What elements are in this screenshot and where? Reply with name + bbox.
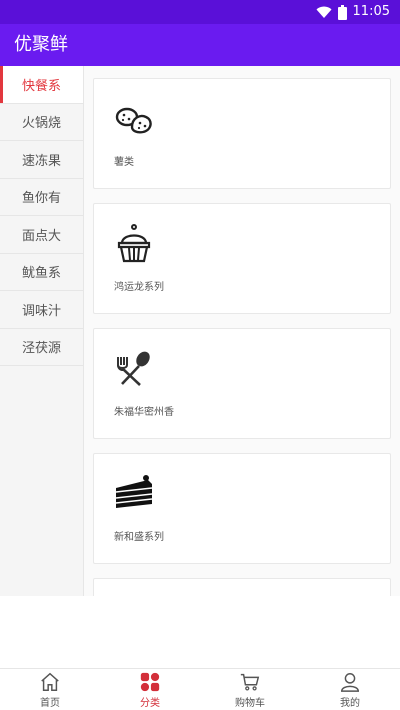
category-card-zhufuhua[interactable]: 朱福华密州香	[93, 328, 391, 439]
sidebar-item-tiaowei[interactable]: 调味汁	[0, 291, 83, 329]
user-icon	[341, 672, 359, 692]
home-icon	[41, 672, 59, 691]
nav-home[interactable]: 首页	[0, 669, 100, 710]
sidebar-item-jingfu[interactable]: 泾茯源	[0, 329, 83, 366]
sidebar-item-label: 快餐系	[21, 78, 61, 94]
battery-icon	[337, 4, 347, 20]
nav-cart[interactable]: 购物车	[200, 669, 300, 710]
category-icon	[140, 672, 160, 691]
sidebar-item-kuaican[interactable]: 快餐系	[0, 66, 83, 104]
app-title: 优聚鲜	[14, 34, 68, 55]
sidebar-item-label: 火锅烧	[21, 116, 61, 132]
potato-icon	[115, 107, 152, 134]
nav-label: 我的	[340, 697, 360, 709]
status-right: 11:05	[316, 3, 390, 21]
status-time: 11:05	[352, 4, 390, 19]
category-card-xinhesheng[interactable]: 新和盛系列	[93, 453, 391, 564]
category-card-partial[interactable]	[93, 578, 391, 596]
nav-mine[interactable]: 我的	[300, 669, 400, 710]
cupcake-icon	[117, 224, 151, 263]
category-card-label: 朱福华密州香	[114, 407, 174, 418]
sidebar-item-label: 鱼你有	[21, 191, 61, 207]
sidebar-item-label: 速冻果	[21, 153, 61, 169]
status-bar: 11:05	[0, 0, 400, 24]
app-bar: 优聚鲜	[0, 24, 400, 66]
sidebar-item-label: 鱿鱼系	[21, 266, 61, 282]
sidebar-item-huoguo[interactable]: 火锅烧	[0, 104, 83, 141]
utensils-icon	[117, 351, 150, 386]
sidebar-item-sudong[interactable]: 速冻果	[0, 141, 83, 179]
sidebar-item-yuniyou[interactable]: 鱼你有	[0, 179, 83, 216]
cake-slice-icon	[115, 475, 153, 508]
nav-category[interactable]: 分类	[100, 669, 200, 710]
sidebar-item-miandian[interactable]: 面点大	[0, 216, 83, 254]
nav-label: 购物车	[235, 697, 265, 709]
sidebar-item-youyu[interactable]: 鱿鱼系	[0, 254, 83, 291]
sidebar-item-label: 调味汁	[21, 303, 61, 319]
bottom-navigation: 首页 分类 购物车 我的	[0, 668, 400, 710]
nav-label: 分类	[140, 697, 160, 709]
category-card-hongyunlong[interactable]: 鸿运龙系列	[93, 203, 391, 314]
cart-icon	[240, 673, 260, 691]
sidebar-item-label: 面点大	[21, 228, 61, 244]
category-content: 薯类 鸿运龙系列 朱福华密州香 新和盛系列	[84, 66, 400, 596]
category-card-potato[interactable]: 薯类	[93, 78, 391, 189]
category-card-label: 鸿运龙系列	[114, 282, 164, 293]
nav-label: 首页	[40, 697, 60, 709]
sidebar-item-label: 泾茯源	[21, 341, 61, 357]
category-card-label: 新和盛系列	[114, 532, 164, 543]
category-sidebar: 快餐系 火锅烧 速冻果 鱼你有 面点大 鱿鱼系 调味汁 泾茯源	[0, 66, 84, 596]
wifi-icon	[316, 6, 332, 18]
category-card-label: 薯类	[114, 157, 134, 168]
